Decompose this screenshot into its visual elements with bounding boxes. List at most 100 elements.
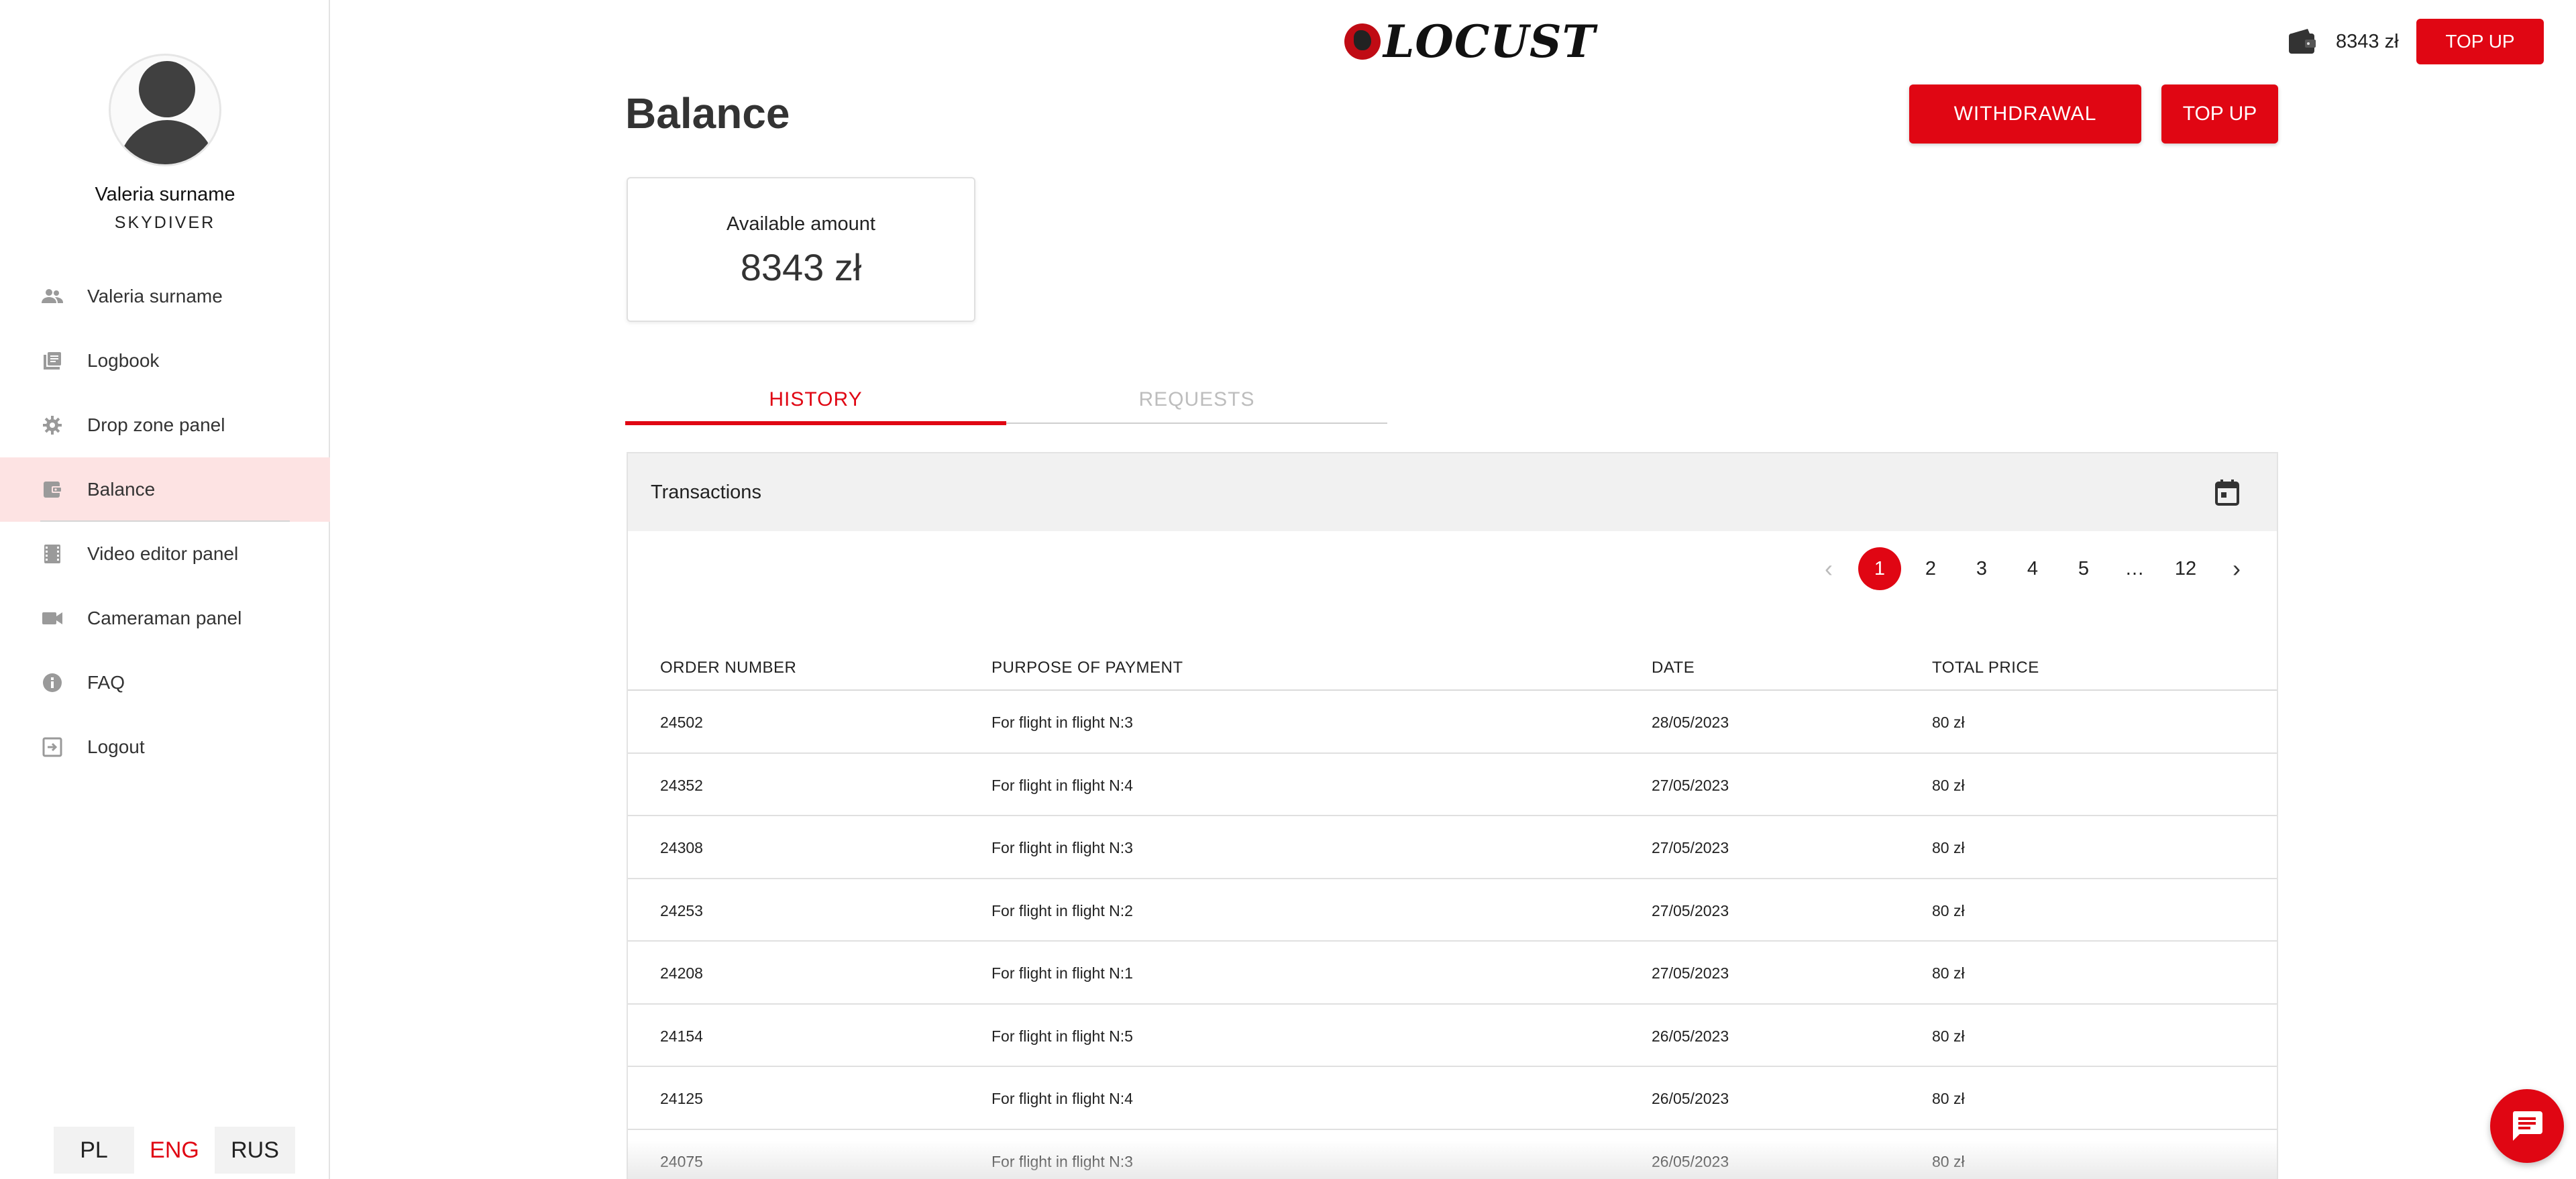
sidebar-item-label: Logbook [87, 350, 160, 371]
lang-pl-button[interactable]: PL [54, 1127, 134, 1174]
available-amount-label: Available amount [727, 213, 875, 235]
page-ellipsis: … [2125, 557, 2145, 579]
available-amount-card: Available amount 8343 zł [627, 177, 975, 322]
sidebar-item-logbook[interactable]: Logbook [0, 329, 330, 393]
date-cell: 28/05/2023 [1652, 714, 1729, 731]
language-switcher: PL ENG RUS [54, 1127, 295, 1174]
logo[interactable]: LOCUST [1344, 15, 1596, 68]
gear-icon [40, 413, 64, 437]
order-number-cell: 24352 [660, 776, 703, 794]
sidebar-item-video-editor-panel[interactable]: Video editor panel [0, 522, 330, 586]
table-row[interactable]: 24352 For flight in flight N:4 27/05/202… [628, 754, 2277, 816]
transactions-card: Transactions ‹ 1 2 3 4 5 … 12 › ORDER NU… [627, 452, 2278, 1179]
date-cell: 26/05/2023 [1652, 1027, 1729, 1045]
tab-history[interactable]: HISTORY [625, 376, 1006, 425]
page-button-1[interactable]: 1 [1858, 547, 1901, 590]
page-button-12[interactable]: 12 [2164, 547, 2207, 590]
book-icon [40, 349, 64, 373]
column-header-purpose[interactable]: PURPOSE OF PAYMENT [991, 659, 1183, 677]
people-icon [40, 284, 64, 308]
logout-icon [40, 735, 64, 759]
table-row[interactable]: 24208 For flight in flight N:1 27/05/202… [628, 942, 2277, 1005]
sidebar-item-faq[interactable]: FAQ [0, 651, 330, 715]
sidebar-item-label: Drop zone panel [87, 414, 225, 435]
date-cell: 27/05/2023 [1652, 964, 1729, 982]
calendar-icon[interactable] [2212, 478, 2242, 507]
table-row[interactable]: 24308 For flight in flight N:3 27/05/202… [628, 816, 2277, 879]
transactions-header: Transactions [628, 453, 2277, 531]
date-cell: 27/05/2023 [1652, 901, 1729, 919]
price-cell: 80 zł [1932, 901, 1965, 919]
table-row[interactable]: 24253 For flight in flight N:2 27/05/202… [628, 879, 2277, 942]
date-cell: 27/05/2023 [1652, 776, 1729, 794]
purpose-cell: For flight in flight N:1 [991, 964, 1133, 982]
price-cell: 80 zł [1932, 964, 1965, 982]
lang-eng-button[interactable]: ENG [134, 1127, 215, 1174]
chevron-right-icon[interactable]: › [2215, 547, 2258, 590]
chevron-left-icon[interactable]: ‹ [1807, 547, 1850, 590]
film-icon [40, 542, 64, 566]
header-topup-button[interactable]: TOP UP [2416, 19, 2544, 64]
purpose-cell: For flight in flight N:3 [991, 1152, 1133, 1170]
purpose-cell: For flight in flight N:4 [991, 776, 1133, 794]
avatar-head-shape [139, 61, 195, 117]
lang-rus-button[interactable]: RUS [215, 1127, 295, 1174]
price-cell: 80 zł [1932, 1090, 1965, 1107]
purpose-cell: For flight in flight N:5 [991, 1027, 1133, 1045]
order-number-cell: 24502 [660, 714, 703, 731]
page-button-5[interactable]: 5 [2062, 547, 2105, 590]
user-role: SKYDIVER [114, 213, 216, 232]
sidebar-item-profile[interactable]: Valeria surname [0, 264, 330, 329]
available-amount-value: 8343 zł [740, 246, 862, 288]
table-header: ORDER NUMBER PURPOSE OF PAYMENT DATE TOT… [628, 641, 2277, 691]
purpose-cell: For flight in flight N:3 [991, 839, 1133, 856]
sidebar-nav: Valeria surname Logbook Drop zone panel … [0, 264, 330, 779]
sidebar-item-cameraman-panel[interactable]: Cameraman panel [0, 586, 330, 651]
avatar[interactable] [109, 54, 221, 166]
table-body: 24502 For flight in flight N:3 28/05/202… [628, 691, 2277, 1179]
user-name: Valeria surname [95, 184, 235, 205]
order-number-cell: 24154 [660, 1027, 703, 1045]
sidebar-item-label: Valeria surname [87, 286, 223, 306]
sidebar-item-label: Logout [87, 736, 145, 757]
purpose-cell: For flight in flight N:2 [991, 901, 1133, 919]
price-cell: 80 zł [1932, 839, 1965, 856]
withdrawal-button[interactable]: WITHDRAWAL [1909, 85, 2141, 144]
table-row[interactable]: 24125 For flight in flight N:4 26/05/202… [628, 1067, 2277, 1130]
tab-requests[interactable]: REQUESTS [1006, 376, 1387, 424]
logo-text: LOCUST [1383, 15, 1596, 68]
pagination: ‹ 1 2 3 4 5 … 12 › [1799, 547, 2258, 590]
avatar-body-shape [119, 120, 215, 164]
page-button-4[interactable]: 4 [2011, 547, 2054, 590]
sidebar-item-label: Cameraman panel [87, 608, 242, 628]
table-row[interactable]: 24154 For flight in flight N:5 26/05/202… [628, 1005, 2277, 1067]
order-number-cell: 24208 [660, 964, 703, 982]
header-balance: 8343 zł [2336, 31, 2399, 52]
sidebar-item-logout[interactable]: Logout [0, 715, 330, 779]
price-cell: 80 zł [1932, 776, 1965, 794]
purpose-cell: For flight in flight N:4 [991, 1090, 1133, 1107]
date-cell: 26/05/2023 [1652, 1090, 1729, 1107]
wallet-icon [2288, 28, 2317, 55]
order-number-cell: 24125 [660, 1090, 703, 1107]
page-button-2[interactable]: 2 [1909, 547, 1952, 590]
logo-mark-icon [1344, 23, 1381, 60]
column-header-total-price[interactable]: TOTAL PRICE [1932, 659, 2039, 677]
price-cell: 80 zł [1932, 1027, 1965, 1045]
column-header-order-number[interactable]: ORDER NUMBER [660, 659, 796, 677]
videocam-icon [40, 606, 64, 630]
sidebar-item-balance[interactable]: Balance [0, 457, 330, 522]
wallet-icon [40, 478, 64, 502]
table-row[interactable]: 24502 For flight in flight N:3 28/05/202… [628, 691, 2277, 754]
sidebar-item-label: Video editor panel [87, 543, 239, 564]
sidebar-item-drop-zone-panel[interactable]: Drop zone panel [0, 393, 330, 457]
chat-icon[interactable] [2490, 1089, 2564, 1163]
topup-button[interactable]: TOP UP [2161, 85, 2278, 144]
sidebar-item-label: Balance [87, 479, 156, 500]
balance-tabs: HISTORY REQUESTS [625, 376, 1387, 425]
info-icon [40, 671, 64, 695]
column-header-date[interactable]: DATE [1652, 659, 1695, 677]
page-button-3[interactable]: 3 [1960, 547, 2003, 590]
date-cell: 26/05/2023 [1652, 1152, 1729, 1170]
table-row[interactable]: 24075 For flight in flight N:3 26/05/202… [628, 1130, 2277, 1179]
